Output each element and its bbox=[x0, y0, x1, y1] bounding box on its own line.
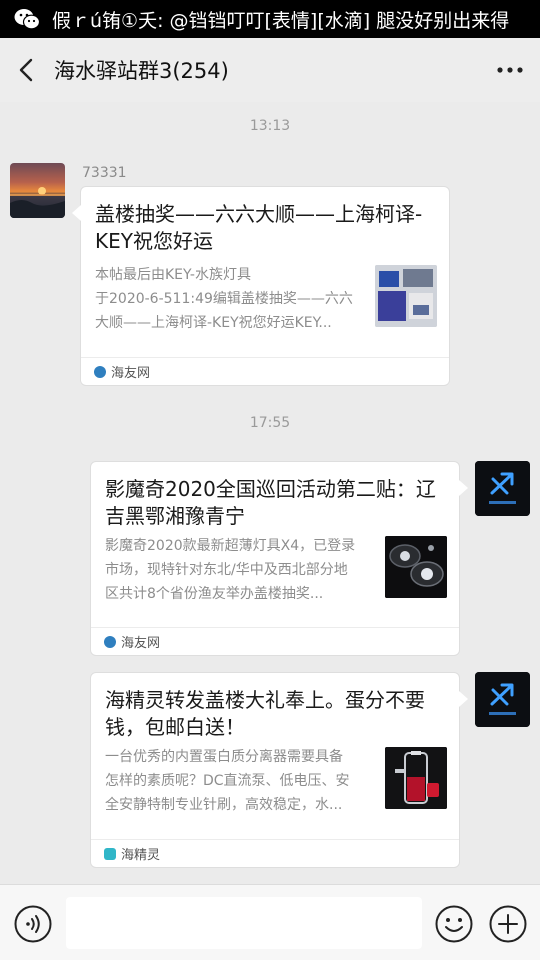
input-bar bbox=[0, 884, 540, 960]
chat-header: 海水驿站群3(254) bbox=[0, 38, 540, 102]
back-arrow-icon bbox=[19, 58, 33, 82]
card-desc-line: 市场，现特针对东北/华中及西北部分地 bbox=[105, 562, 348, 578]
bubble-tail bbox=[459, 480, 468, 496]
card-desc-line: 于2020-6-511:49编辑盖楼抽奖——六六 bbox=[95, 291, 353, 307]
source-name: 海精灵 bbox=[121, 848, 161, 863]
card-desc-line: 全安静特制专业针刷，高效稳定，水... bbox=[105, 797, 343, 813]
notification-bar[interactable]: 假ｒú铕①夭: @铛铛叮叮[表情][水滴] 腿没好别出来得 bbox=[0, 0, 540, 38]
card-thumbnail bbox=[375, 265, 437, 327]
wechat-icon bbox=[14, 9, 40, 30]
bubble-tail bbox=[72, 205, 81, 221]
sender-name: 73331 bbox=[82, 165, 127, 181]
card-description: 一台优秀的内置蛋白质分离器需要具备 怎样的素质呢？DC直流泵、低电压、安 全安静… bbox=[105, 745, 379, 817]
card-desc-line: 区共计8个省份渔友举办盖楼抽奖... bbox=[105, 586, 324, 602]
source-icon bbox=[94, 365, 106, 378]
card-desc-line: 一台优秀的内置蛋白质分离器需要具备 bbox=[105, 749, 343, 765]
card-desc-line: 大顺——上海柯译-KEY祝您好运KEY... bbox=[95, 315, 332, 331]
card-source: 海精灵 bbox=[91, 839, 459, 867]
notification-text: 假ｒú铕①夭: @铛铛叮叮[表情][水滴] 腿没好别出来得 bbox=[52, 9, 510, 32]
link-card[interactable]: 海精灵转发盖楼大礼奉上。蛋分不要钱，包邮白送！ 一台优秀的内置蛋白质分离器需要具… bbox=[90, 672, 468, 868]
card-thumbnail bbox=[385, 536, 447, 598]
card-desc-line: 本帖最后由KEY-水族灯具 bbox=[95, 267, 251, 283]
avatar[interactable] bbox=[475, 672, 530, 727]
timestamp: 13:13 bbox=[249, 118, 291, 134]
card-desc-line: 影魔奇2020款最新超薄灯具X4，已登录 bbox=[105, 538, 356, 554]
source-name: 海友网 bbox=[111, 366, 151, 381]
card-description: 本帖最后由KEY-水族灯具 于2020-6-511:49编辑盖楼抽奖——六六 大… bbox=[95, 263, 367, 335]
product-thumbnail-image bbox=[375, 265, 437, 327]
timestamp: 17:55 bbox=[249, 415, 291, 431]
chat-title: 海水驿站群3(254) bbox=[54, 59, 229, 83]
back-button[interactable] bbox=[0, 38, 52, 102]
voice-icon[interactable] bbox=[13, 904, 53, 944]
card-title: 影魔奇2020全国巡回活动第二贴：辽吉黑鄂湘豫青宁 bbox=[105, 477, 436, 528]
brand-logo-icon bbox=[475, 672, 530, 727]
bubble-tail bbox=[459, 691, 468, 707]
card-thumbnail bbox=[385, 747, 447, 809]
aquarium-light-thumbnail-image bbox=[385, 536, 447, 598]
message-input[interactable] bbox=[66, 897, 422, 949]
more-dots-icon bbox=[497, 67, 523, 73]
avatar[interactable] bbox=[10, 163, 65, 218]
brand-logo-icon bbox=[475, 461, 530, 516]
card-desc-line: 怎样的素质呢？DC直流泵、低电压、安 bbox=[105, 773, 350, 789]
card-description: 影魔奇2020款最新超薄灯具X4，已登录 市场，现特针对东北/华中及西北部分地 … bbox=[105, 534, 379, 606]
chat-message-list[interactable]: 13:13 73331 盖楼抽奖——六六大顺——上海柯译-KEY祝您好运 本帖最… bbox=[0, 102, 540, 884]
card-source: 海友网 bbox=[81, 357, 449, 385]
plus-icon[interactable] bbox=[488, 904, 528, 944]
protein-skimmer-thumbnail-image bbox=[385, 747, 447, 809]
link-card[interactable]: 影魔奇2020全国巡回活动第二贴：辽吉黑鄂湘豫青宁 影魔奇2020款最新超薄灯具… bbox=[90, 461, 468, 656]
avatar[interactable] bbox=[475, 461, 530, 516]
card-title: 盖楼抽奖——六六大顺——上海柯译-KEY祝您好运 bbox=[95, 202, 423, 253]
card-title: 海精灵转发盖楼大礼奉上。蛋分不要钱，包邮白送！ bbox=[105, 688, 425, 739]
source-icon bbox=[104, 635, 116, 648]
emoji-icon[interactable] bbox=[434, 904, 474, 944]
card-source: 海友网 bbox=[91, 627, 459, 655]
sunset-avatar-image bbox=[10, 187, 65, 218]
source-name: 海友网 bbox=[121, 636, 161, 651]
link-card[interactable]: 盖楼抽奖——六六大顺——上海柯译-KEY祝您好运 本帖最后由KEY-水族灯具 于… bbox=[72, 186, 450, 386]
more-options-button[interactable] bbox=[480, 38, 540, 102]
source-icon bbox=[104, 847, 116, 860]
